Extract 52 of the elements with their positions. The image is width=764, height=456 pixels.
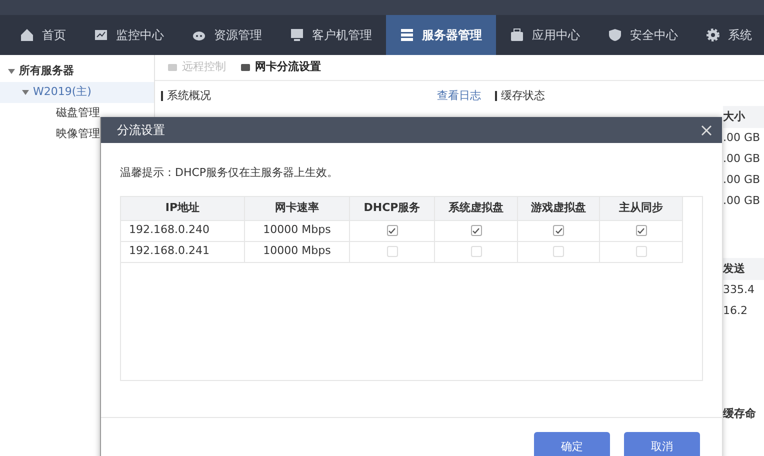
nav-tab[interactable]: 客户机管理 [276,15,386,55]
table-cell-text: .00 GB [723,130,762,146]
nav-tab[interactable]: 服务器管理 [386,15,496,55]
nav-tab[interactable]: 安全中心 [594,15,692,55]
section-title: 系统概况 [167,88,211,104]
nav-tab[interactable]: 系统 [692,15,764,55]
confirm-button[interactable]: 确定 [534,432,610,456]
table-cell-text: 16.2 [723,303,748,320]
column-header: 网卡速率 [245,196,350,220]
dialog-title: 分流设置 [117,122,165,139]
shield-icon [608,28,622,42]
column-header: DHCP服务 [350,196,435,220]
table-cell: 192.168.0.240 [121,220,245,242]
column-header: IP地址 [121,196,245,220]
column-header: 发送 [723,258,764,280]
chart-icon [94,28,108,42]
home-icon [20,28,34,42]
section-title: 缓存命 [723,406,757,422]
tree-item-label[interactable]: 磁盘管理 [56,105,100,122]
table-cell-text: .00 GB [723,151,762,168]
nav-tab[interactable]: 应用中心 [496,15,594,55]
column-header: 主从同步 [600,196,683,220]
hint-text: 温馨提示：DHCP服务仅在主服务器上生效。 [119,165,340,181]
table-cell: 10000 Mbps [245,220,350,242]
view-log-link[interactable]: 查看日志 [437,88,481,104]
caret-icon[interactable] [8,68,15,75]
column-header: 大小 [723,106,764,128]
cancel-button[interactable]: 取消 [624,432,700,456]
checkbox[interactable] [636,225,646,236]
tree-item-label[interactable]: 所有服务器 [19,63,74,80]
card-icon [240,62,251,73]
caret-icon[interactable] [22,89,29,96]
nav-tab[interactable]: 资源管理 [178,15,276,55]
column-header: 系统虚拟盘 [435,196,518,220]
settings-icon [706,28,720,42]
section-title: 缓存状态 [501,88,545,104]
table-cell: 192.168.0.241 [121,242,245,262]
box-icon [510,28,524,42]
table-cell-text: 335.4 [723,282,756,298]
table-cell: 10000 Mbps [245,242,350,262]
table-cell-text: .00 GB [723,193,762,210]
server-icon [400,28,414,42]
checkbox[interactable] [386,225,398,236]
nav-tab[interactable]: 首页 [6,15,80,55]
nic-settings-button[interactable]: 网卡分流设置 [240,59,321,76]
nav-tab[interactable]: 监控中心 [80,15,178,55]
checkbox[interactable] [553,225,564,236]
column-header: 游戏虚拟盘 [518,196,600,220]
monitor-icon [290,28,304,42]
checkbox[interactable] [470,225,482,236]
table-cell-text: .00 GB [723,172,762,188]
tree-item-label[interactable]: 映像管理 [56,126,100,143]
